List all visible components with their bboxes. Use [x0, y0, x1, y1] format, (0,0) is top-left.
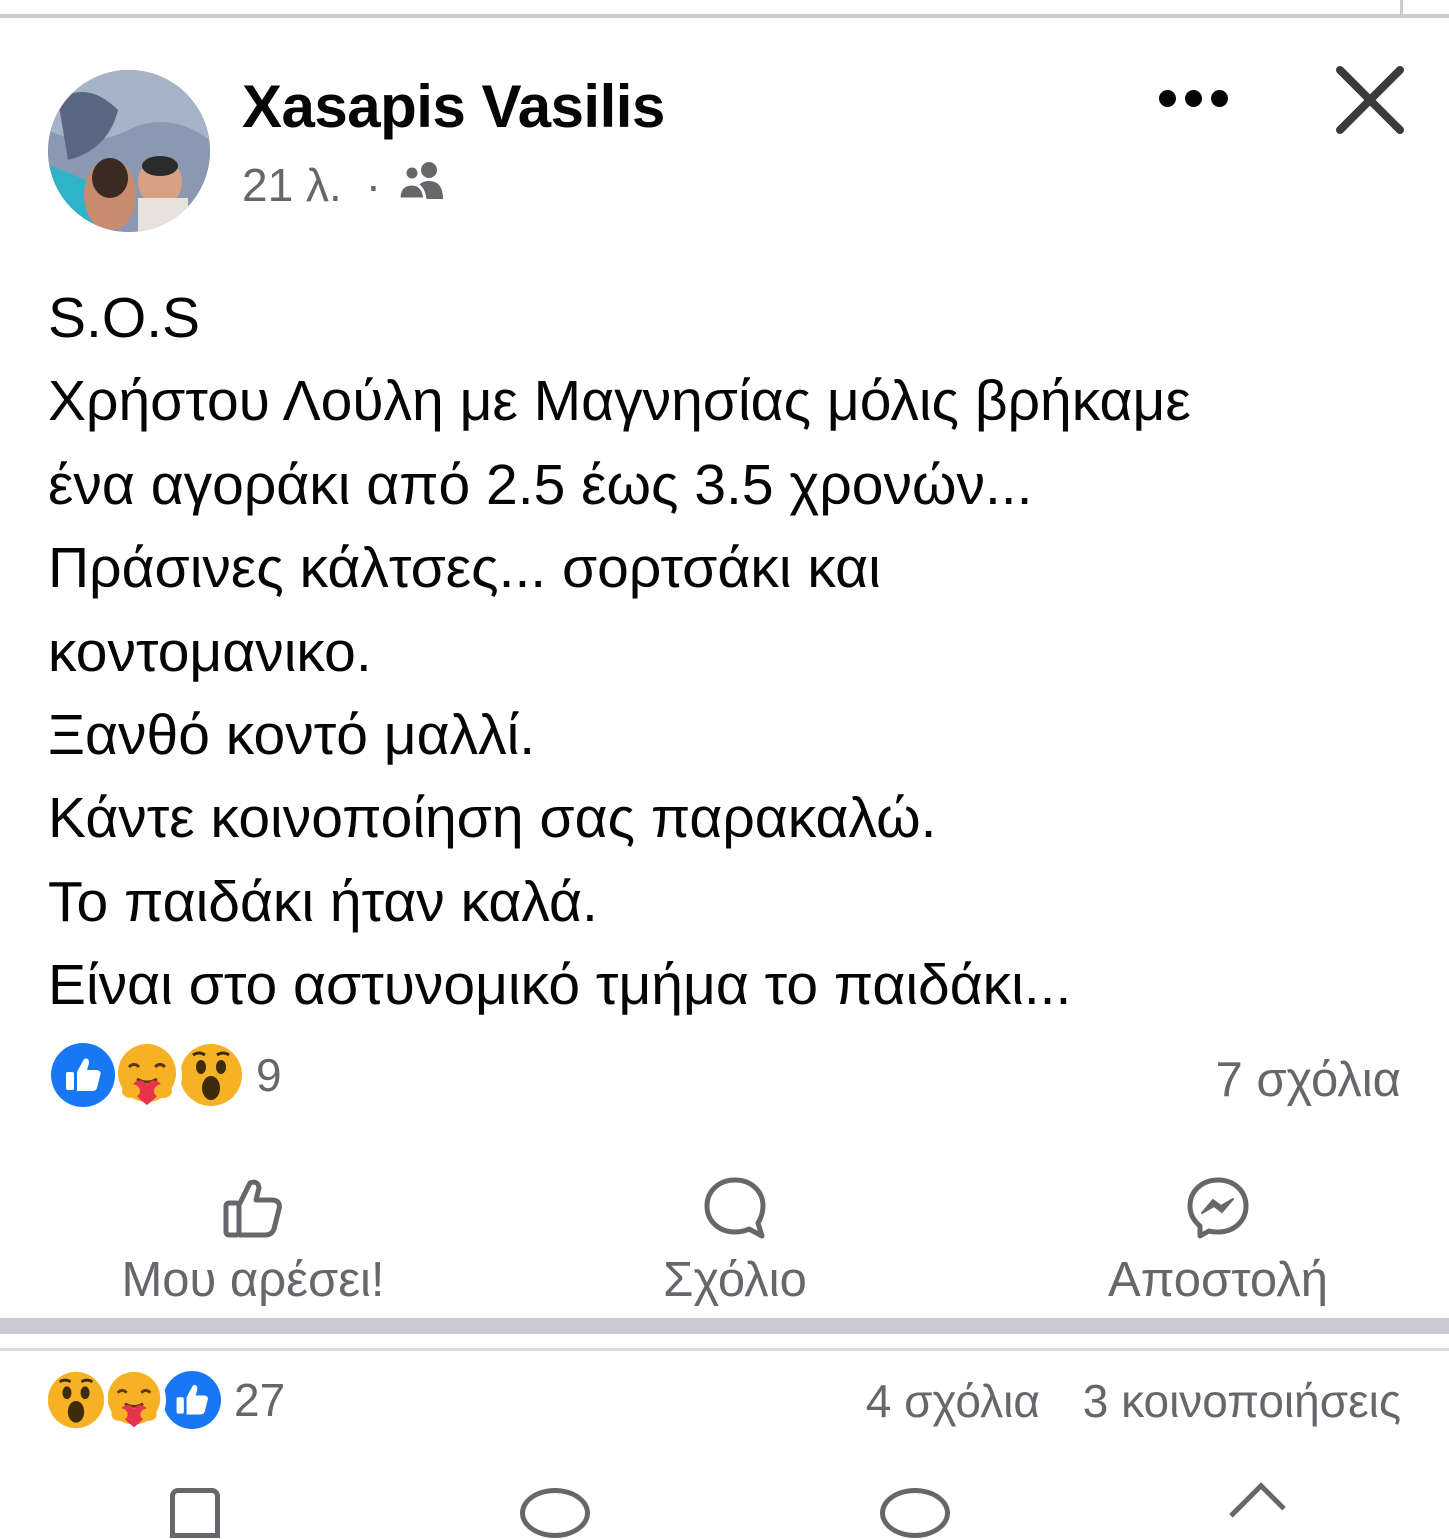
avatar[interactable] — [48, 70, 210, 232]
like-icon — [160, 1368, 224, 1432]
reaction-count: 9 — [256, 1049, 282, 1101]
post-text-line: S.O.S — [48, 286, 201, 350]
more-dot — [1210, 89, 1228, 107]
post-card: Xasapis Vasilis 21 λ. · S.O.S Χρήστου Λο… — [0, 22, 1449, 1318]
author-name[interactable]: Xasapis Vasilis — [242, 72, 665, 141]
comment-button[interactable]: Σχόλιο — [575, 1152, 895, 1312]
post-text: S.O.S Χρήστου Λούλη με Μαγνησίας μόλις β… — [48, 277, 1418, 1028]
send-button[interactable]: Αποστολή — [1058, 1152, 1378, 1312]
like-icon — [48, 1040, 118, 1110]
messenger-icon — [1183, 1172, 1253, 1244]
next-shares-count[interactable]: 3 κοινοποιήσεις — [1083, 1375, 1401, 1427]
care-icon — [102, 1368, 166, 1432]
next-reaction-count: 27 — [234, 1374, 286, 1426]
like-label: Μου αρέσει! — [121, 1253, 385, 1307]
next-reaction-summary[interactable]: 27 — [44, 1360, 285, 1440]
share-icon[interactable] — [1229, 1482, 1286, 1539]
next-action-bar-peek — [0, 1470, 1449, 1539]
post-meta: 21 λ. · — [242, 158, 447, 212]
post-text-line: Είναι στο αστυνομικό τμήμα το παιδάκι... — [48, 953, 1072, 1018]
comments-count[interactable]: 7 σχόλια — [1215, 1052, 1401, 1108]
thumbs-up-icon — [218, 1172, 288, 1244]
more-dot — [1184, 89, 1202, 107]
like-button[interactable]: Μου αρέσει! — [93, 1152, 413, 1312]
post-text-line: Χρήστου Λούλη με Μαγνησίας μόλις βρήκαμε — [48, 369, 1191, 434]
close-icon[interactable] — [1330, 60, 1410, 140]
post-text-line: Κάντε κοινοποίηση σας παρακαλώ. — [48, 786, 937, 851]
reaction-summary[interactable]: 9 — [48, 1040, 282, 1110]
next-comments-count[interactable]: 4 σχόλια — [866, 1375, 1040, 1427]
wow-icon — [176, 1040, 246, 1110]
friends-icon[interactable] — [397, 158, 447, 212]
post-text-line: Το παιδάκι ήταν καλά. — [48, 869, 598, 934]
next-post-counts: 4 σχόλια 3 κοινοποιήσεις — [866, 1374, 1401, 1428]
post-time[interactable]: 21 λ. — [242, 158, 342, 212]
comment-icon[interactable] — [520, 1488, 590, 1538]
avatar-photo — [48, 70, 210, 232]
more-options-button[interactable] — [1148, 76, 1238, 120]
action-bar: Μου αρέσει! Σχόλιο Αποστολή — [0, 1152, 1449, 1312]
post-text-line: Πράσινες κάλτσες... σορτσάκι και — [48, 536, 881, 601]
post-separator — [0, 1318, 1449, 1351]
post-text-line: Ξανθό κοντό μαλλί. — [48, 703, 536, 768]
post-text-line: ένα αγοράκι από 2.5 έως 3.5 χρονών... — [48, 452, 1033, 517]
more-dot — [1158, 89, 1176, 107]
send-label: Αποστολή — [1107, 1253, 1329, 1307]
messenger-icon[interactable] — [880, 1488, 950, 1538]
next-post-stats: 27 4 σχόλια 3 κοινοποιήσεις — [0, 1360, 1449, 1440]
top-divider — [0, 0, 1449, 18]
comment-label: Σχόλιο — [663, 1253, 807, 1307]
thumbs-up-icon[interactable] — [170, 1488, 220, 1538]
comment-icon — [700, 1172, 770, 1244]
post-text-line: κοντομανικο. — [48, 619, 372, 684]
wow-icon — [44, 1368, 108, 1432]
care-icon — [112, 1040, 182, 1110]
meta-separator: · — [365, 159, 382, 211]
